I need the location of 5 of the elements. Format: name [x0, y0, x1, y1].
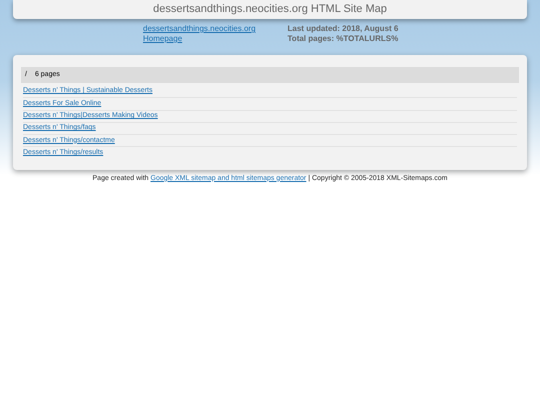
- total-pages-text: Total pages: %TOTALURLS%: [288, 34, 398, 44]
- last-updated-text: Last updated: 2018, August 6: [288, 24, 398, 34]
- site-link[interactable]: Homepage: [143, 34, 256, 44]
- site-link[interactable]: dessertsandthings.neocities.org: [143, 24, 256, 34]
- page-title: dessertsandthings.neocities.org HTML Site Map: [153, 2, 387, 18]
